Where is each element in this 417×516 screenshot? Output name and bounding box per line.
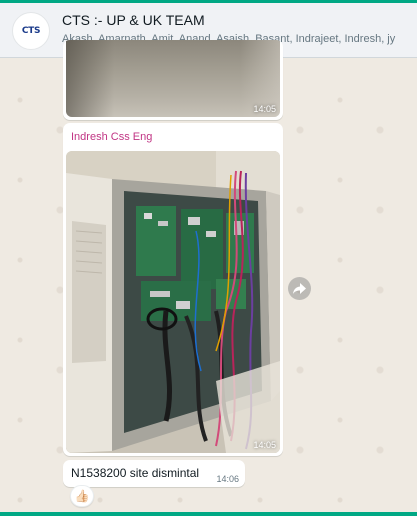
- image-message-1[interactable]: 14:05: [63, 40, 283, 120]
- forward-icon: [293, 283, 306, 294]
- accent-strip-bottom: [0, 512, 417, 516]
- cabinet-photo: [66, 151, 280, 453]
- group-title: CTS :- UP & UK TEAM: [62, 12, 205, 28]
- accent-strip: [0, 0, 417, 3]
- thumbs-up-reaction[interactable]: 👍🏻: [70, 485, 94, 507]
- avatar-logo-text: CTS: [21, 26, 41, 36]
- sender-name[interactable]: Indresh Css Eng: [71, 131, 152, 143]
- message-time: 14:06: [216, 474, 239, 484]
- message-photo-2[interactable]: 14:05: [66, 151, 280, 453]
- forward-button[interactable]: [288, 277, 311, 300]
- group-avatar[interactable]: CTS: [12, 12, 50, 50]
- text-message[interactable]: N1538200 site dismintal 14:06: [63, 460, 245, 487]
- message-text: N1538200 site dismintal: [71, 466, 200, 480]
- message-time: 14:05: [253, 440, 276, 450]
- image-message-2[interactable]: Indresh Css Eng 14:05: [63, 123, 283, 456]
- message-photo-1[interactable]: 14:05: [66, 40, 280, 117]
- message-time: 14:05: [253, 104, 276, 114]
